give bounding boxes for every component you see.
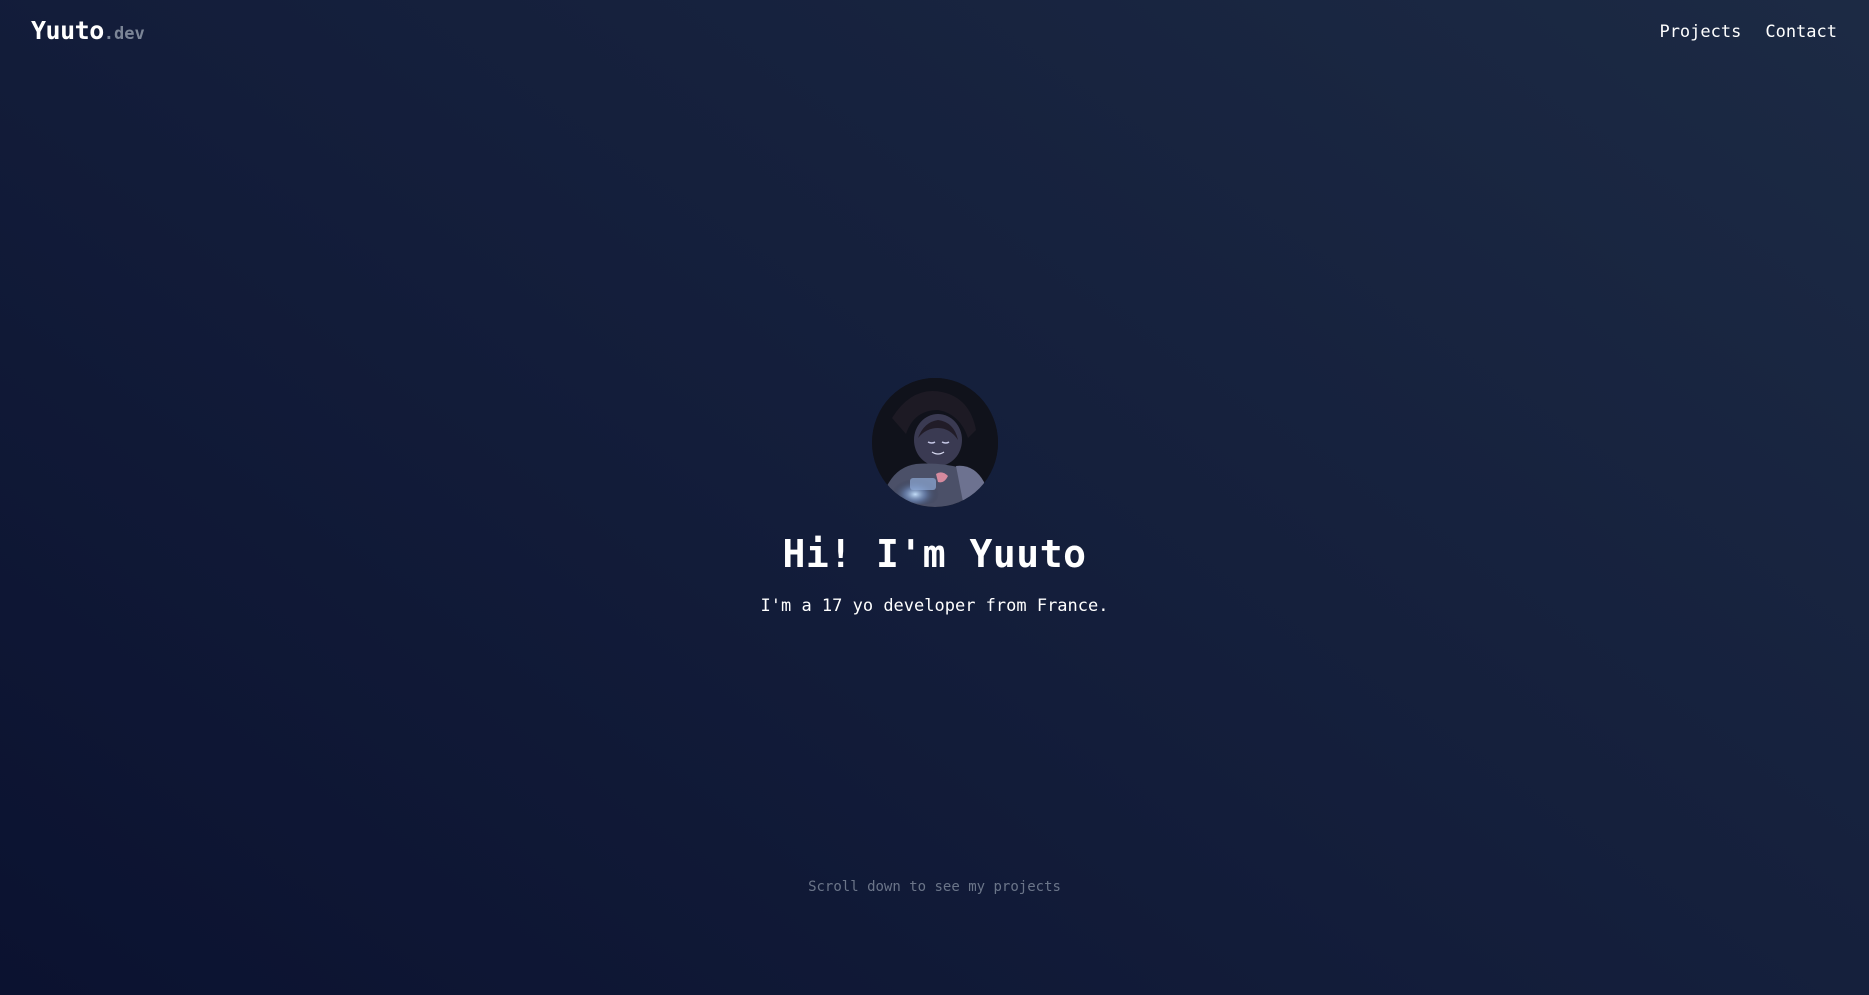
page-title: Hi! I'm Yuuto xyxy=(782,532,1087,576)
avatar xyxy=(872,378,998,507)
nav-link-projects[interactable]: Projects xyxy=(1659,22,1741,42)
top-navigation: Projects Contact xyxy=(1659,22,1837,42)
scroll-hint: Scroll down to see my projects xyxy=(808,879,1061,895)
logo-domain-suffix: .dev xyxy=(103,24,145,44)
hero-subtitle: I'm a 17 yo developer from France. xyxy=(760,596,1109,616)
site-logo[interactable]: Yuuto .dev xyxy=(31,16,145,45)
avatar-illustration xyxy=(872,378,998,507)
nav-link-contact[interactable]: Contact xyxy=(1765,22,1837,42)
logo-name: Yuuto xyxy=(31,16,104,45)
